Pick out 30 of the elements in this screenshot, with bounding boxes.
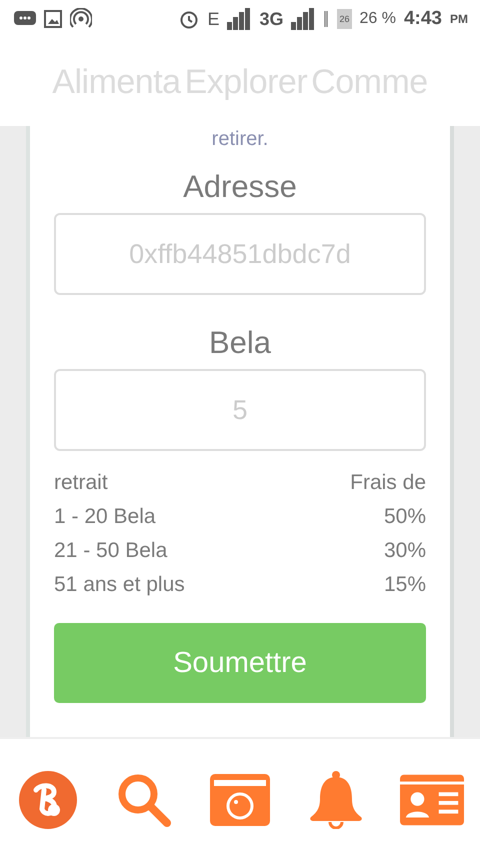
clock-period: PM [450, 12, 468, 26]
bell-icon [309, 771, 363, 829]
nav-button[interactable] [16, 769, 80, 831]
table-header: retrait [54, 471, 108, 495]
signal-icon [291, 8, 316, 30]
data-transfer-icon [323, 9, 330, 29]
battery-level: 26 % [360, 10, 396, 28]
submit-button[interactable]: Soumettre [54, 623, 426, 703]
message-icon [14, 11, 36, 27]
table-header: Frais de [350, 471, 426, 495]
instruction-text: retirer. [212, 128, 268, 151]
table-cell: 51 ans et plus [54, 573, 185, 597]
clock: 4:43 [404, 8, 442, 30]
table-cell: 1 - 20 Bela [54, 505, 156, 529]
table-cell: 21 - 50 Bela [54, 539, 168, 563]
hotspot-icon [70, 8, 92, 30]
field-label: Adresse [183, 169, 297, 205]
signal-icon [227, 8, 252, 30]
field-label: Bela [208, 325, 272, 361]
table-cell: 15% [384, 573, 426, 597]
id-card-icon [400, 774, 464, 826]
network-type: E [207, 8, 220, 30]
image-icon [44, 10, 62, 28]
table-cell: 30% [384, 539, 426, 563]
network-type: 3G [259, 8, 284, 30]
camera-icon [210, 774, 270, 826]
alarm-icon [179, 9, 200, 29]
table-cell: 50% [384, 505, 426, 529]
battery-icon: 26 [337, 9, 352, 29]
logo-icon [18, 770, 78, 830]
